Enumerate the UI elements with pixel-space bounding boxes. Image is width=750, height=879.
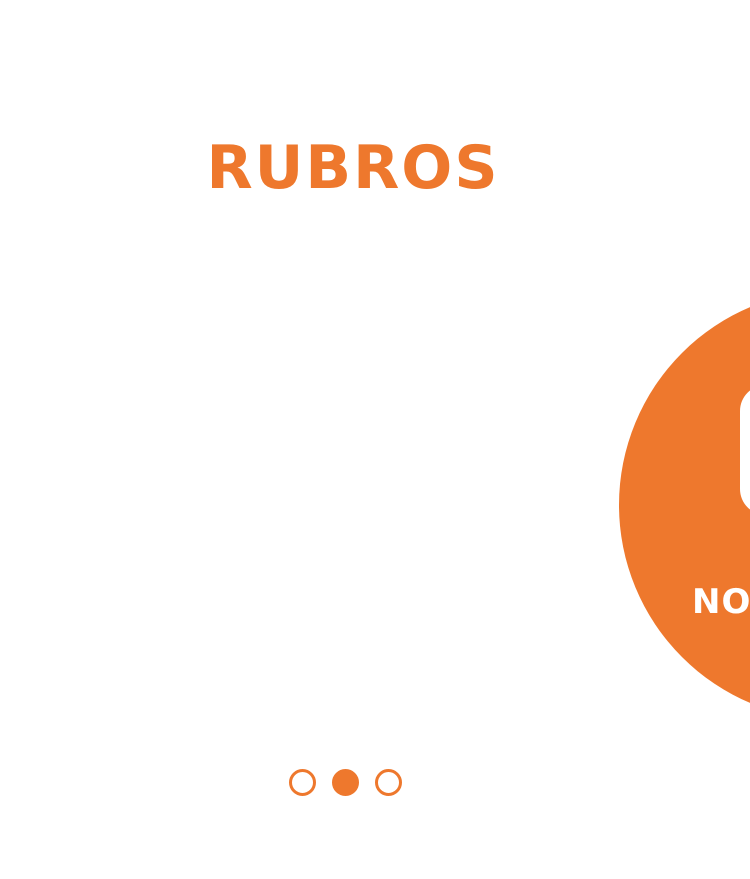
carousel-slide-card[interactable]: NO [619, 290, 750, 720]
page: RUBROS NO [0, 0, 750, 879]
section-title: RUBROS [206, 133, 500, 203]
rounded-rectangle-icon [740, 385, 750, 515]
carousel-dot-3[interactable] [375, 768, 402, 796]
carousel-dot-2[interactable] [332, 768, 359, 796]
carousel-slide-label: NO [692, 582, 750, 622]
rubros-carousel[interactable]: NO [0, 250, 750, 750]
carousel-pagination [289, 766, 419, 798]
carousel-dot-1[interactable] [289, 768, 316, 796]
